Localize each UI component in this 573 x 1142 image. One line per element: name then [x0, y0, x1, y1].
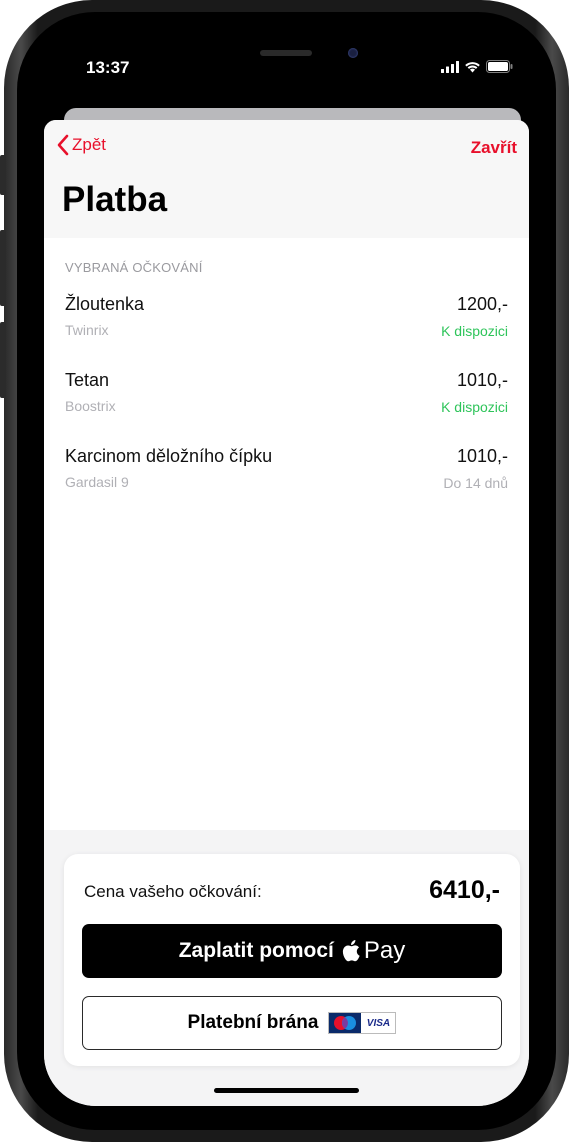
silent-switch — [0, 155, 6, 195]
close-button[interactable]: Zavřít — [471, 138, 517, 158]
apple-logo-icon — [342, 940, 360, 962]
vaccine-brand: Gardasil 9 — [65, 474, 129, 490]
vaccine-price: 1010,- — [456, 370, 508, 390]
vaccine-status: Do 14 dnů — [443, 475, 508, 491]
cellular-signal-icon — [441, 60, 459, 73]
wifi-icon — [465, 61, 480, 72]
card-logos-icon: VISA — [328, 1012, 397, 1034]
page-title: Platba — [62, 180, 168, 219]
vaccine-item[interactable]: Karcinom děložního čípku 1010,- Gardasil… — [65, 446, 508, 510]
vaccine-item[interactable]: Tetan 1010,- Boostrix K dispozici — [65, 370, 508, 434]
vaccine-item[interactable]: Žloutenka 1200,- Twinrix K dispozici — [65, 294, 508, 358]
maestro-logo-icon — [329, 1013, 362, 1033]
vaccine-status: K dispozici — [441, 399, 508, 415]
home-indicator[interactable] — [214, 1088, 359, 1093]
gateway-label: Platební brána — [187, 1012, 319, 1033]
device-screen: 13:37 Zpět Zavřít Platba VYBRANÁ OČKOVÁN… — [44, 36, 529, 1106]
vaccine-name: Tetan — [65, 370, 110, 390]
payment-card: Cena vašeho očkování: 6410,- Zaplatit po… — [64, 854, 520, 1066]
vaccine-status: K dispozici — [441, 323, 508, 339]
section-label: VYBRANÁ OČKOVÁNÍ — [65, 260, 203, 275]
back-label: Zpět — [72, 135, 107, 154]
back-button[interactable]: Zpět — [56, 134, 106, 156]
price-total: 6410,- — [429, 876, 500, 904]
apple-pay-word: Pay — [363, 937, 406, 964]
navigation-header: Zpět Zavřít Platba — [44, 120, 529, 238]
vaccine-price: 1200,- — [456, 294, 508, 314]
payment-gateway-button[interactable]: Platební brána VISA — [82, 996, 502, 1050]
vaccine-name: Karcinom děložního čípku — [65, 446, 273, 466]
battery-icon — [486, 60, 513, 73]
status-icons — [441, 60, 513, 73]
apple-pay-label: Zaplatit pomocí — [178, 939, 334, 962]
volume-down-button — [0, 322, 6, 398]
vaccine-brand: Boostrix — [65, 398, 116, 414]
price-label: Cena vašeho očkování: — [84, 882, 262, 901]
chevron-left-icon — [57, 134, 69, 156]
payment-footer: Cena vašeho očkování: 6410,- Zaplatit po… — [44, 830, 529, 1106]
vaccine-name: Žloutenka — [65, 294, 145, 314]
status-time: 13:37 — [86, 58, 130, 77]
payment-sheet: Zpět Zavřít Platba VYBRANÁ OČKOVÁNÍ Žlou… — [44, 120, 529, 1106]
visa-logo-icon: VISA — [361, 1013, 396, 1033]
apple-pay-button[interactable]: Zaplatit pomocí Pay — [82, 924, 502, 978]
vaccine-brand: Twinrix — [65, 322, 109, 338]
vaccine-price: 1010,- — [456, 446, 508, 466]
status-bar: 13:37 — [44, 36, 529, 96]
volume-up-button — [0, 230, 6, 306]
